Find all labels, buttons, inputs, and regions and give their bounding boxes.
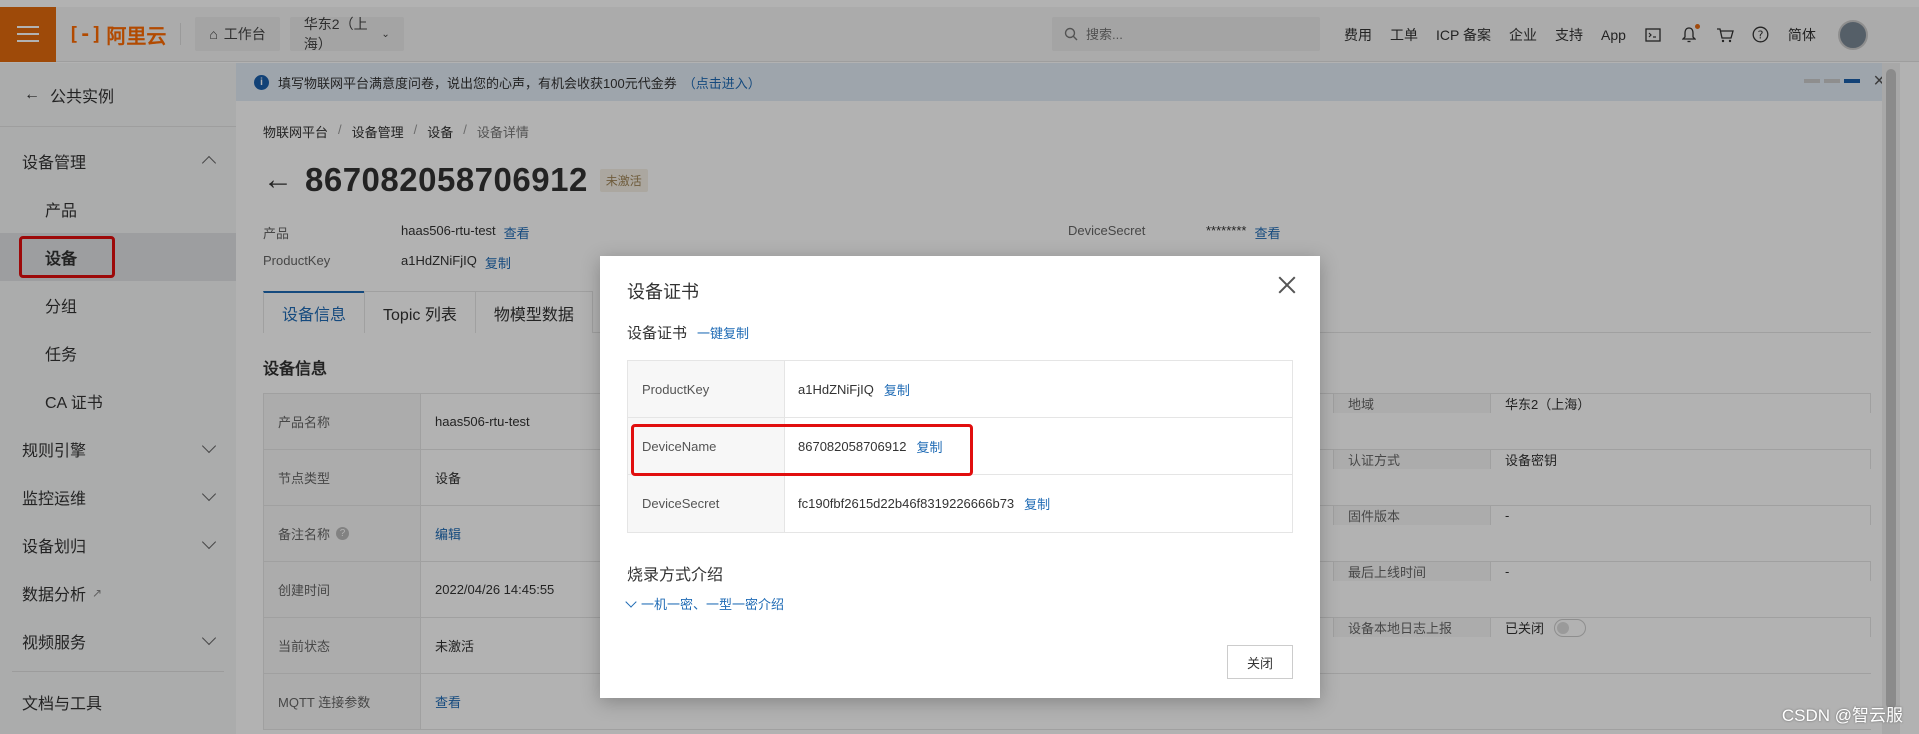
copy-productkey-button[interactable]: 复制 — [884, 380, 910, 399]
highlight-box — [631, 424, 973, 476]
table-row: ProductKey a1HdZNiFjIQ 复制 — [628, 361, 1292, 418]
copy-all-link[interactable]: 一键复制 — [697, 323, 749, 342]
chevron-down-icon — [625, 595, 637, 608]
close-icon[interactable] — [1276, 274, 1298, 296]
copy-devicesecret-button[interactable]: 复制 — [1024, 494, 1050, 513]
field-label: DeviceSecret — [628, 475, 785, 532]
field-value: a1HdZNiFjIQ — [798, 381, 874, 397]
burn-link-label: 一机一密、一型一密介绍 — [641, 597, 785, 612]
burn-method-link[interactable]: 一机一密、一型一密介绍 — [625, 594, 785, 613]
table-row: DeviceSecret fc190fbf2615d22b46f83192266… — [628, 475, 1292, 532]
dialog-title: 设备证书 — [627, 282, 699, 302]
section-label: 设备证书 — [627, 325, 688, 342]
burn-method-title: 烧录方式介绍 — [627, 567, 724, 584]
watermark: CSDN @智云服 — [1781, 706, 1903, 725]
field-value: fc190fbf2615d22b46f8319226666b73 — [798, 496, 1015, 511]
cert-section-header: 设备证书 一键复制 — [627, 322, 749, 343]
field-label: ProductKey — [628, 361, 785, 417]
close-button[interactable]: 关闭 — [1227, 645, 1293, 679]
device-cert-dialog: 设备证书 设备证书 一键复制 ProductKey a1HdZNiFjIQ 复制 … — [600, 256, 1320, 698]
